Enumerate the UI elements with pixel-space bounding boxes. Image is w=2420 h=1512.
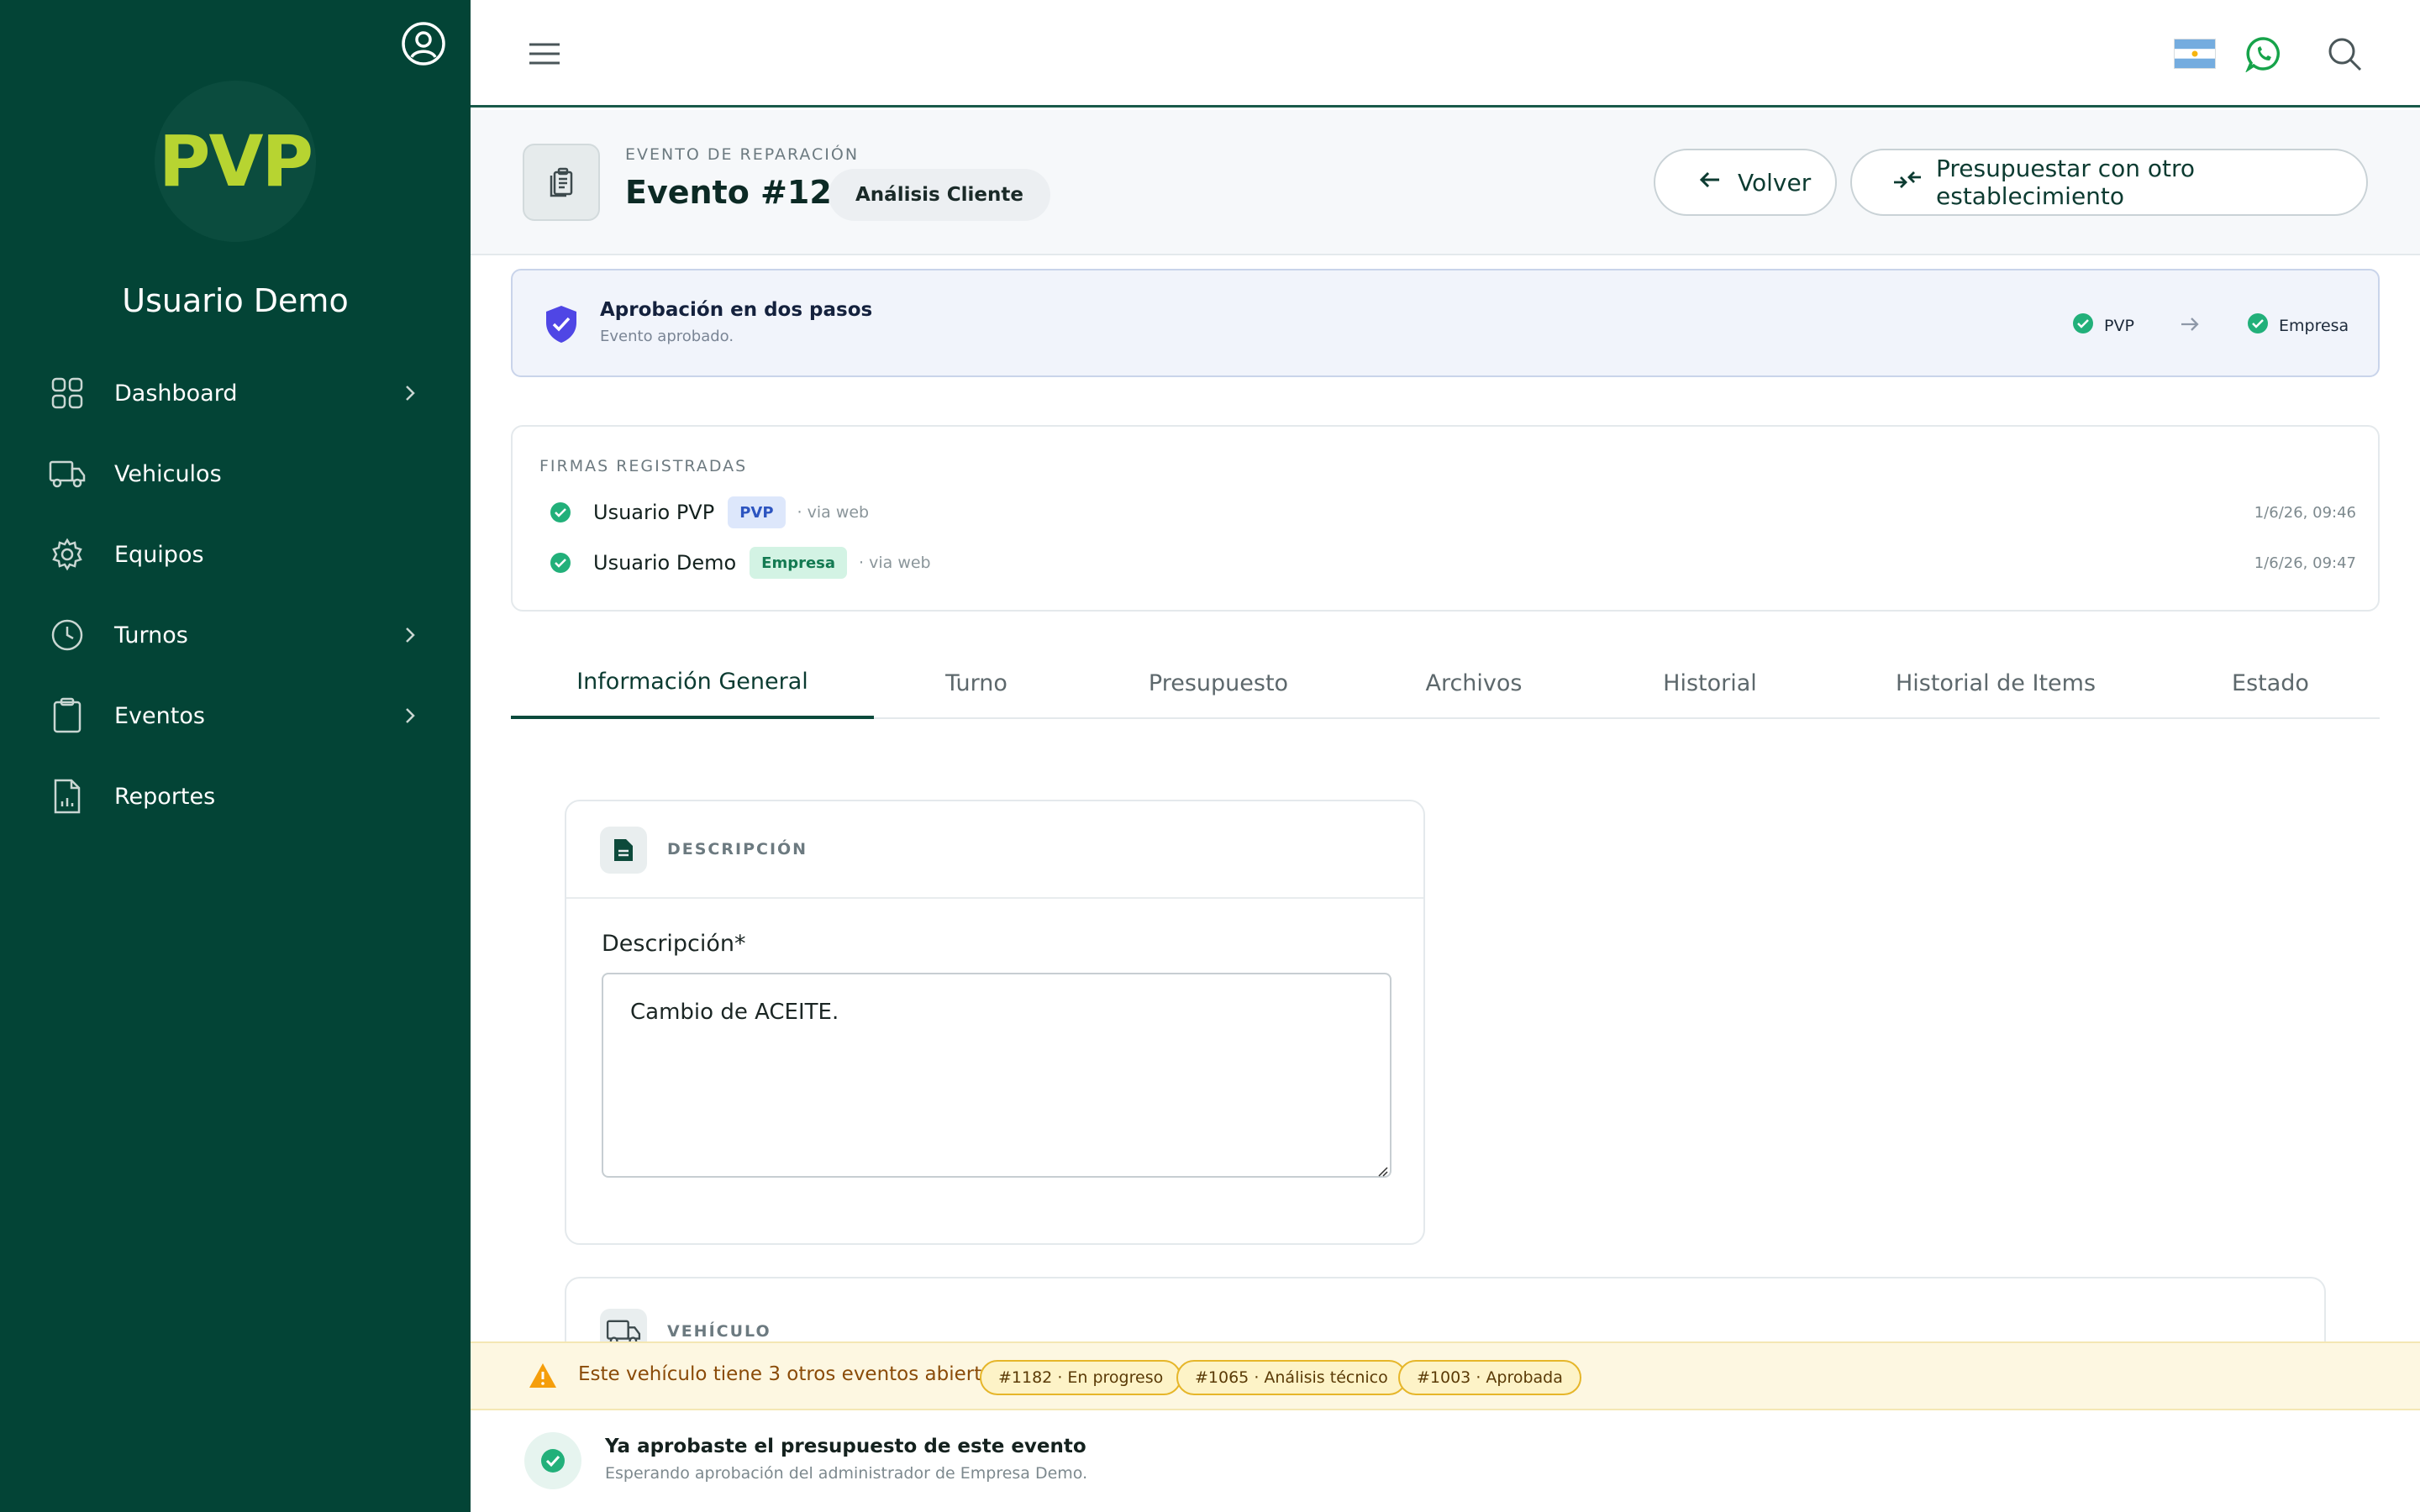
document-icon <box>600 827 647 874</box>
clipboard-copy-icon <box>523 144 600 221</box>
sidebar-item-label: Turnos <box>114 622 188 648</box>
back-button[interactable]: Volver <box>1654 149 1837 216</box>
brand-logo-text: PVP <box>158 120 313 202</box>
check-circle-icon <box>2072 312 2094 339</box>
sidebar-item-reportes[interactable]: Reportes <box>0 756 471 837</box>
approval-title: Aprobación en dos pasos <box>600 299 873 321</box>
brand-logo: PVP <box>155 81 316 242</box>
vehicle-section-title: VEHÍCULO <box>667 1322 771 1341</box>
arrows-exchange-icon <box>1892 167 1923 198</box>
quote-other-shop-label: Presupuestar con otro establecimiento <box>1936 155 2196 210</box>
sidebar-item-label: Vehiculos <box>114 460 222 487</box>
event-tabs: Información General Turno Presupuesto Ar… <box>511 647 2380 719</box>
open-event-chip[interactable]: #1065 · Análisis técnico <box>1176 1360 1407 1395</box>
chevron-right-icon <box>398 623 422 647</box>
sidebar-item-label: Dashboard <box>114 380 238 407</box>
signature-date: 1/6/26, 09:46 <box>2254 503 2356 522</box>
status-badge: Análisis Cliente <box>829 169 1050 221</box>
check-circle-icon <box>2247 312 2269 339</box>
open-event-chip[interactable]: #1182 · En progreso <box>980 1360 1182 1395</box>
signature-method: · via web <box>859 554 931 572</box>
approval-step-pvp: PVP <box>2072 312 2134 339</box>
tab-archivos[interactable]: Archivos <box>1358 647 1590 719</box>
signatures-card: FIRMAS REGISTRADAS Usuario PVP PVP · via… <box>511 425 2380 612</box>
signer-role-badge: PVP <box>728 496 786 528</box>
quote-other-shop-button[interactable]: Presupuestar con otro establecimiento <box>1850 149 2368 216</box>
signature-row: Usuario PVP PVP · via web 1/6/26, 09:46 <box>550 494 2356 531</box>
arrow-left-icon <box>1697 167 1723 198</box>
tab-turno[interactable]: Turno <box>874 647 1079 719</box>
budget-approved-title: Ya aprobaste el presupuesto de este even… <box>605 1436 1086 1457</box>
menu-icon[interactable] <box>528 37 561 71</box>
signature-method: · via web <box>797 503 870 522</box>
description-section-title: DESCRIPCIÓN <box>667 840 808 858</box>
search-icon[interactable] <box>2326 35 2363 72</box>
sidebar-item-label: Eventos <box>114 702 205 729</box>
approval-step-label: Empresa <box>2279 316 2349 335</box>
sidebar-item-dashboard[interactable]: Dashboard <box>0 353 471 433</box>
gear-icon <box>49 536 86 573</box>
grid-icon <box>49 375 86 412</box>
signature-row: Usuario Demo Empresa · via web 1/6/26, 0… <box>550 544 2356 581</box>
approval-step-empresa: Empresa <box>2247 312 2349 339</box>
sidebar-item-turnos[interactable]: Turnos <box>0 595 471 675</box>
signer-role-badge: Empresa <box>750 547 848 579</box>
tab-historial[interactable]: Historial <box>1590 647 1830 719</box>
check-circle-icon <box>550 552 571 574</box>
chevron-right-icon <box>398 704 422 727</box>
approval-subtitle: Evento aprobado. <box>600 328 734 345</box>
description-card: DESCRIPCIÓN Descripción* Cambio de ACEIT… <box>565 800 1425 1245</box>
clock-icon <box>49 617 86 654</box>
tab-estado[interactable]: Estado <box>2161 647 2380 719</box>
description-card-header: DESCRIPCIÓN <box>566 801 1423 899</box>
budget-approved-bar: Ya aprobaste el presupuesto de este even… <box>471 1410 2420 1512</box>
chevron-right-icon <box>398 381 422 405</box>
check-circle-icon <box>550 501 571 523</box>
warning-triangle-icon <box>528 1362 558 1390</box>
tab-historial-items[interactable]: Historial de Items <box>1830 647 2161 719</box>
two-step-approval-card: Aprobación en dos pasos Evento aprobado.… <box>511 269 2380 377</box>
truck-icon <box>49 455 86 492</box>
approval-step-label: PVP <box>2104 316 2134 335</box>
signer-name: Usuario PVP <box>593 501 715 524</box>
sidebar-item-label: Reportes <box>114 783 216 810</box>
status-badge-label: Análisis Cliente <box>855 184 1023 206</box>
sidebar-item-eventos[interactable]: Eventos <box>0 675 471 756</box>
top-bar <box>471 0 2420 108</box>
check-circle-icon <box>524 1432 581 1489</box>
signatures-title: FIRMAS REGISTRADAS <box>539 457 748 475</box>
open-event-chip[interactable]: #1003 · Aprobada <box>1398 1360 1581 1395</box>
warning-text: Este vehículo tiene 3 otros eventos abie… <box>578 1363 1011 1385</box>
arrow-right-icon <box>2178 312 2202 336</box>
sidebar-item-vehiculos[interactable]: Vehiculos <box>0 433 471 514</box>
event-header: EVENTO DE REPARACIÓN Evento #1237 Anális… <box>471 110 2420 255</box>
argentina-flag-icon[interactable] <box>2174 39 2216 69</box>
resize-handle-icon[interactable] <box>1378 1164 1388 1177</box>
sidebar-nav: Dashboard Vehiculos Equipos Turnos Event… <box>0 353 471 837</box>
sidebar-item-equipos[interactable]: Equipos <box>0 514 471 595</box>
description-field-label: Descripción* <box>602 931 746 957</box>
open-events-warning: Este vehículo tiene 3 otros eventos abie… <box>471 1341 2420 1410</box>
user-profile-icon[interactable] <box>400 20 447 67</box>
whatsapp-icon[interactable] <box>2245 35 2282 73</box>
sidebar-item-label: Equipos <box>114 541 204 568</box>
back-button-label: Volver <box>1738 168 1812 197</box>
description-textarea[interactable]: Cambio de ACEITE. <box>602 973 1392 1178</box>
budget-approved-subtitle: Esperando aprobación del administrador d… <box>605 1464 1088 1483</box>
tab-informacion-general[interactable]: Información General <box>511 647 874 719</box>
clipboard-icon <box>49 697 86 734</box>
tab-presupuesto[interactable]: Presupuesto <box>1079 647 1358 719</box>
signature-date: 1/6/26, 09:47 <box>2254 554 2356 572</box>
sidebar: PVP Usuario Demo Dashboard Vehiculos Equ… <box>0 0 471 1512</box>
report-icon <box>49 778 86 815</box>
event-type-label: EVENTO DE REPARACIÓN <box>625 145 860 164</box>
shield-check-icon <box>543 304 580 344</box>
signer-name: Usuario Demo <box>593 551 737 575</box>
sidebar-username: Usuario Demo <box>122 282 349 319</box>
